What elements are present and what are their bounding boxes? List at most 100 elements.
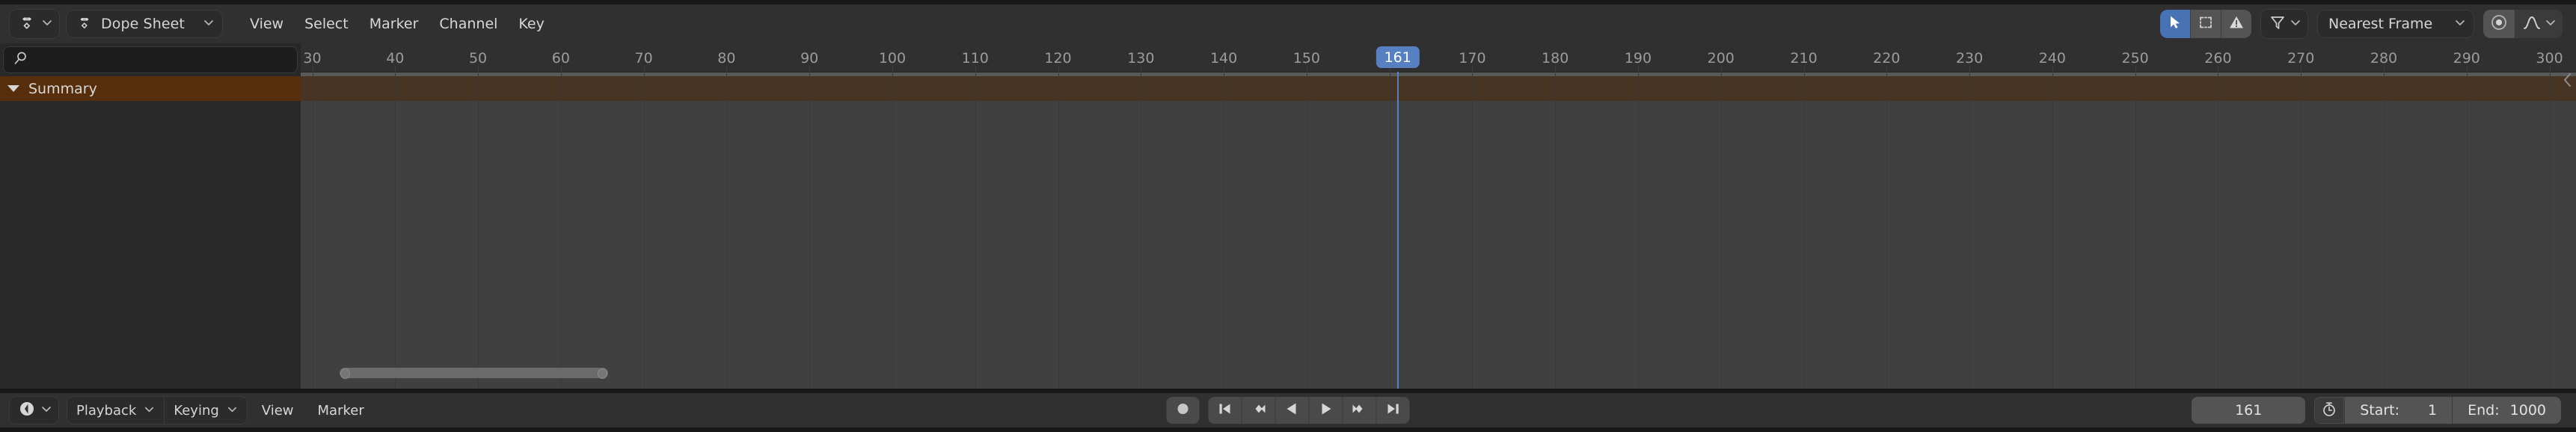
playhead-line[interactable] bbox=[1397, 72, 1399, 389]
ruler-tick-mark bbox=[1638, 66, 1639, 72]
ruler-tick-mark bbox=[2135, 66, 2136, 72]
grid-line bbox=[2550, 72, 2551, 389]
footer-popover-group: Playback Keying bbox=[67, 396, 248, 425]
grid-line bbox=[1555, 72, 1556, 389]
grid-line bbox=[975, 72, 976, 389]
horizontal-scrollbar-thumb[interactable] bbox=[340, 368, 608, 378]
playhead-frame-badge[interactable]: 161 bbox=[1376, 46, 1420, 68]
ruler-tick-label: 260 bbox=[2204, 50, 2231, 67]
chevron-left-icon[interactable] bbox=[2561, 70, 2575, 93]
auto-keying-toggle[interactable] bbox=[1167, 397, 1200, 424]
frame-end-field[interactable]: End: 1000 bbox=[2452, 397, 2561, 424]
jump-to-next-keyframe-icon bbox=[1350, 401, 1370, 420]
menu-view[interactable]: View bbox=[239, 11, 294, 37]
footer-editor-type-button[interactable] bbox=[9, 396, 59, 425]
ruler-tick-label: 110 bbox=[962, 50, 989, 67]
grid-line bbox=[809, 72, 810, 389]
grid-line bbox=[1058, 72, 1059, 389]
editor-type-button[interactable] bbox=[9, 9, 60, 39]
grid-line bbox=[2384, 72, 2385, 389]
ruler-tick-label: 80 bbox=[717, 50, 735, 67]
preview-range-stopwatch-icon bbox=[2320, 400, 2338, 421]
play-reverse-icon bbox=[1284, 401, 1301, 420]
grid-line bbox=[478, 72, 479, 389]
frame-start-field[interactable]: Start: 1 bbox=[2344, 397, 2452, 424]
jump-to-start-icon bbox=[1216, 401, 1234, 420]
play-animation-reverse-button[interactable] bbox=[1275, 397, 1309, 424]
timeline-ruler[interactable]: 3040506070809010011012013014015016017018… bbox=[301, 43, 2576, 72]
jump-to-prev-keyframe-icon bbox=[1249, 401, 1269, 420]
menu-channel[interactable]: Channel bbox=[429, 11, 508, 37]
show-hidden-toggle[interactable] bbox=[2190, 10, 2221, 38]
ruler-tick-mark bbox=[1886, 66, 1887, 72]
jump-to-keyframe-next-button[interactable] bbox=[1343, 397, 1376, 424]
editor-mode-dropdown[interactable]: Dope Sheet bbox=[66, 10, 223, 38]
footer-frame-controls: 161 Start: 1 bbox=[2192, 397, 2561, 424]
frame-end-label: End: bbox=[2468, 402, 2500, 419]
ruler-tick-mark bbox=[1721, 66, 1722, 72]
only-selected-toggle[interactable] bbox=[2160, 10, 2190, 38]
dope-sheet-mode-icon bbox=[76, 13, 93, 34]
ruler-tick-label: 50 bbox=[469, 50, 487, 67]
scrollbar-handle-right[interactable] bbox=[598, 368, 607, 379]
channel-row-summary[interactable]: Summary bbox=[0, 76, 301, 101]
grid-line bbox=[1472, 72, 1473, 389]
menu-key[interactable]: Key bbox=[508, 11, 554, 37]
current-frame-field[interactable]: 161 bbox=[2192, 397, 2305, 424]
summary-keyframe-strip[interactable] bbox=[301, 76, 2576, 101]
keying-popover-label: Keying bbox=[174, 403, 218, 419]
timeline-footer: Playback Keying View Marker bbox=[0, 393, 2576, 428]
warning-triangle-icon bbox=[2228, 14, 2245, 34]
ruler-tick-mark bbox=[1058, 66, 1059, 72]
ruler-tick-label: 120 bbox=[1044, 50, 1071, 67]
proportional-editing-toggle[interactable] bbox=[2483, 10, 2515, 38]
ruler-tick-label: 300 bbox=[2536, 50, 2563, 67]
grid-line bbox=[1886, 72, 1887, 389]
proportional-editing-icon bbox=[2489, 13, 2509, 35]
footer-menu-marker[interactable]: Marker bbox=[308, 399, 374, 422]
channel-sidebar: Summary bbox=[0, 43, 301, 389]
keying-popover[interactable]: Keying bbox=[164, 397, 246, 424]
playback-transport-controls bbox=[1167, 397, 1410, 424]
frame-range-group: Start: 1 End: 1000 bbox=[2314, 397, 2561, 424]
filter-popover-button[interactable] bbox=[2260, 9, 2308, 39]
use-preview-range-button[interactable] bbox=[2314, 397, 2344, 424]
filter-toggle-group bbox=[2160, 10, 2251, 38]
ruler-tick-mark bbox=[892, 66, 893, 72]
transport-button-group bbox=[1209, 397, 1410, 424]
menu-marker[interactable]: Marker bbox=[359, 11, 429, 37]
ruler-tick-mark bbox=[2550, 66, 2551, 72]
ruler-tick-label: 270 bbox=[2287, 50, 2314, 67]
only-show-errors-toggle[interactable] bbox=[2221, 10, 2251, 38]
jump-to-keyframe-prev-button[interactable] bbox=[1242, 397, 1275, 424]
playback-popover[interactable]: Playback bbox=[67, 397, 164, 424]
ruler-tick-label: 90 bbox=[800, 50, 818, 67]
play-animation-button[interactable] bbox=[1309, 397, 1343, 424]
ruler-tick-label: 180 bbox=[1542, 50, 1568, 67]
chevron-down-icon bbox=[41, 16, 53, 31]
jump-to-endpoint-start-button[interactable] bbox=[1209, 397, 1242, 424]
footer-menu-view[interactable]: View bbox=[252, 399, 304, 422]
scrollbar-handle-left[interactable] bbox=[340, 368, 350, 379]
ruler-tick-mark bbox=[1472, 66, 1473, 72]
ruler-tick-label: 60 bbox=[552, 50, 570, 67]
grid-line bbox=[1721, 72, 1722, 389]
ruler-tick-label: 250 bbox=[2122, 50, 2149, 67]
menu-select[interactable]: Select bbox=[294, 11, 359, 37]
proportional-falloff-dropdown[interactable] bbox=[2515, 10, 2563, 38]
channel-search-input[interactable] bbox=[3, 46, 298, 73]
dope-sheet-main-area[interactable]: 3040506070809010011012013014015016017018… bbox=[301, 43, 2576, 389]
play-icon bbox=[1318, 401, 1334, 420]
expand-triangle-down-icon[interactable] bbox=[7, 85, 19, 92]
grid-line bbox=[2052, 72, 2053, 389]
grid-line bbox=[1969, 72, 1970, 389]
jump-to-endpoint-end-button[interactable] bbox=[1376, 397, 1410, 424]
horizontal-scrollbar-track[interactable] bbox=[301, 368, 2576, 383]
channel-empty-background bbox=[301, 101, 2576, 389]
ruler-tick-label: 240 bbox=[2039, 50, 2066, 67]
snapping-mode-dropdown[interactable]: Nearest Frame bbox=[2317, 10, 2474, 38]
grid-line bbox=[726, 72, 727, 389]
ruler-tick-mark bbox=[561, 66, 562, 72]
ruler-tick-label: 140 bbox=[1210, 50, 1237, 67]
timeline-editor-icon bbox=[17, 399, 37, 422]
